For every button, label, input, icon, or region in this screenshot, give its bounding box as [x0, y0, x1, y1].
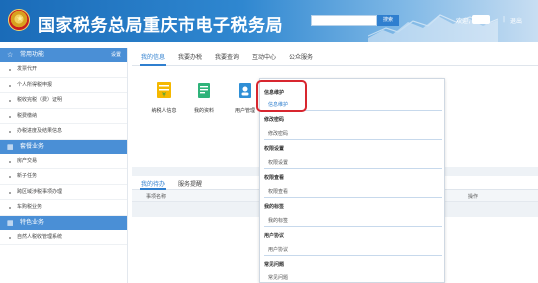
tab-interaction[interactable]: 互动中心: [252, 52, 276, 61]
svg-text:¥: ¥: [162, 92, 166, 99]
star-icon: ☆: [7, 51, 14, 59]
header-separator: |: [503, 16, 506, 23]
settings-link[interactable]: 设置: [111, 48, 121, 62]
dropdown-divider: [264, 255, 442, 256]
column-header-action: 操作: [468, 194, 479, 200]
taxpayer-info-tile[interactable]: ¥ 纳税人信息: [144, 81, 184, 114]
dropdown-group-title: 修改密码: [264, 117, 285, 123]
sidebar-item[interactable]: 办税进度及结果信息: [0, 124, 127, 140]
dropdown-divider: [264, 226, 442, 227]
tile-label: 我的资料: [193, 108, 214, 114]
sidebar-section-package[interactable]: ▦ 套餐业务: [0, 139, 127, 154]
tab-my-todo[interactable]: 我的待办: [141, 179, 165, 188]
sidebar-item[interactable]: 税收完税（费）证明: [0, 93, 127, 109]
sidebar-item[interactable]: 自然人税收管理系统: [0, 230, 127, 245]
top-tabs: 我的信息 我要办税 我要查询 互动中心 公众服务: [132, 48, 538, 66]
my-documents-icon: [198, 83, 210, 98]
tile-label: 纳税人信息: [151, 108, 177, 114]
search-input[interactable]: [311, 15, 377, 26]
dropdown-divider: [264, 197, 442, 198]
sidebar-item[interactable]: 车购税业务: [0, 200, 127, 216]
logout-link[interactable]: 退出: [510, 16, 522, 25]
taxpayer-info-icon: ¥: [157, 82, 171, 99]
sidebar-section-common[interactable]: ☆ 常用功能 设置: [0, 48, 127, 62]
dropdown-item-permission-view[interactable]: 权限查看: [268, 188, 288, 195]
tax-emblem-icon: ★: [8, 9, 30, 31]
sidebar-section-title: 特色业务: [20, 218, 45, 226]
tab-query[interactable]: 我要查询: [215, 52, 239, 61]
search-button[interactable]: 搜索: [377, 15, 399, 26]
dropdown-item-change-password[interactable]: 修改密码: [268, 130, 288, 137]
user-management-icon: [239, 83, 251, 98]
tab-tax-handling[interactable]: 我要办税: [178, 52, 202, 61]
tab-my-info[interactable]: 我的信息: [141, 52, 165, 61]
dropdown-item-user-agreement[interactable]: 用户协议: [268, 246, 288, 253]
sidebar-item[interactable]: 个人所得税申报: [0, 78, 127, 93]
dropdown-divider: [264, 168, 442, 169]
red-highlight-annotation: [256, 80, 307, 112]
site-title: 国家税务总局重庆市电子税务局: [38, 16, 283, 36]
dropdown-group-title: 我的标签: [264, 204, 285, 210]
dropdown-item-permission-settings[interactable]: 权限设置: [268, 159, 288, 166]
dropdown-divider: [264, 139, 442, 140]
tab-public-service[interactable]: 公众服务: [289, 52, 313, 61]
column-header-item: 事项名称: [146, 194, 167, 200]
dropdown-group-title: 权限设置: [264, 146, 285, 152]
grid-icon: ▦: [7, 142, 14, 151]
site-header: ★ 国家税务总局重庆市电子税务局 搜索 欢迎， | 退出: [0, 0, 538, 42]
dropdown-group-title: 权限查看: [264, 175, 285, 181]
dropdown-group-title: 用户协议: [264, 233, 285, 239]
active-tab-indicator: [140, 64, 166, 66]
sidebar-item[interactable]: 新子任务: [0, 169, 127, 185]
dropdown-item-faq[interactable]: 常见问题: [268, 274, 288, 281]
sidebar-item[interactable]: 跨区域涉税事项办理: [0, 185, 127, 200]
grid-icon: ▦: [7, 218, 14, 227]
my-documents-tile[interactable]: 我的资料: [184, 81, 224, 114]
sidebar-section-title: 常用功能: [20, 51, 45, 58]
sidebar: ☆ 常用功能 设置 发票代开 个人所得税申报 税收完税（费）证明 税费缴纳 办税…: [0, 48, 128, 283]
sidebar-item[interactable]: 税费缴纳: [0, 109, 127, 124]
sidebar-item[interactable]: 房产交易: [0, 154, 127, 169]
sidebar-item[interactable]: 发票代开: [0, 62, 127, 78]
sidebar-section-title: 套餐业务: [20, 142, 45, 150]
sidebar-section-special[interactable]: ▦ 特色业务: [0, 215, 127, 230]
tab-service-reminder[interactable]: 服务提醒: [178, 179, 202, 188]
dropdown-item-my-tags[interactable]: 我的标签: [268, 217, 288, 224]
dropdown-group-title: 常见问题: [264, 262, 285, 268]
username-field: [472, 15, 490, 24]
